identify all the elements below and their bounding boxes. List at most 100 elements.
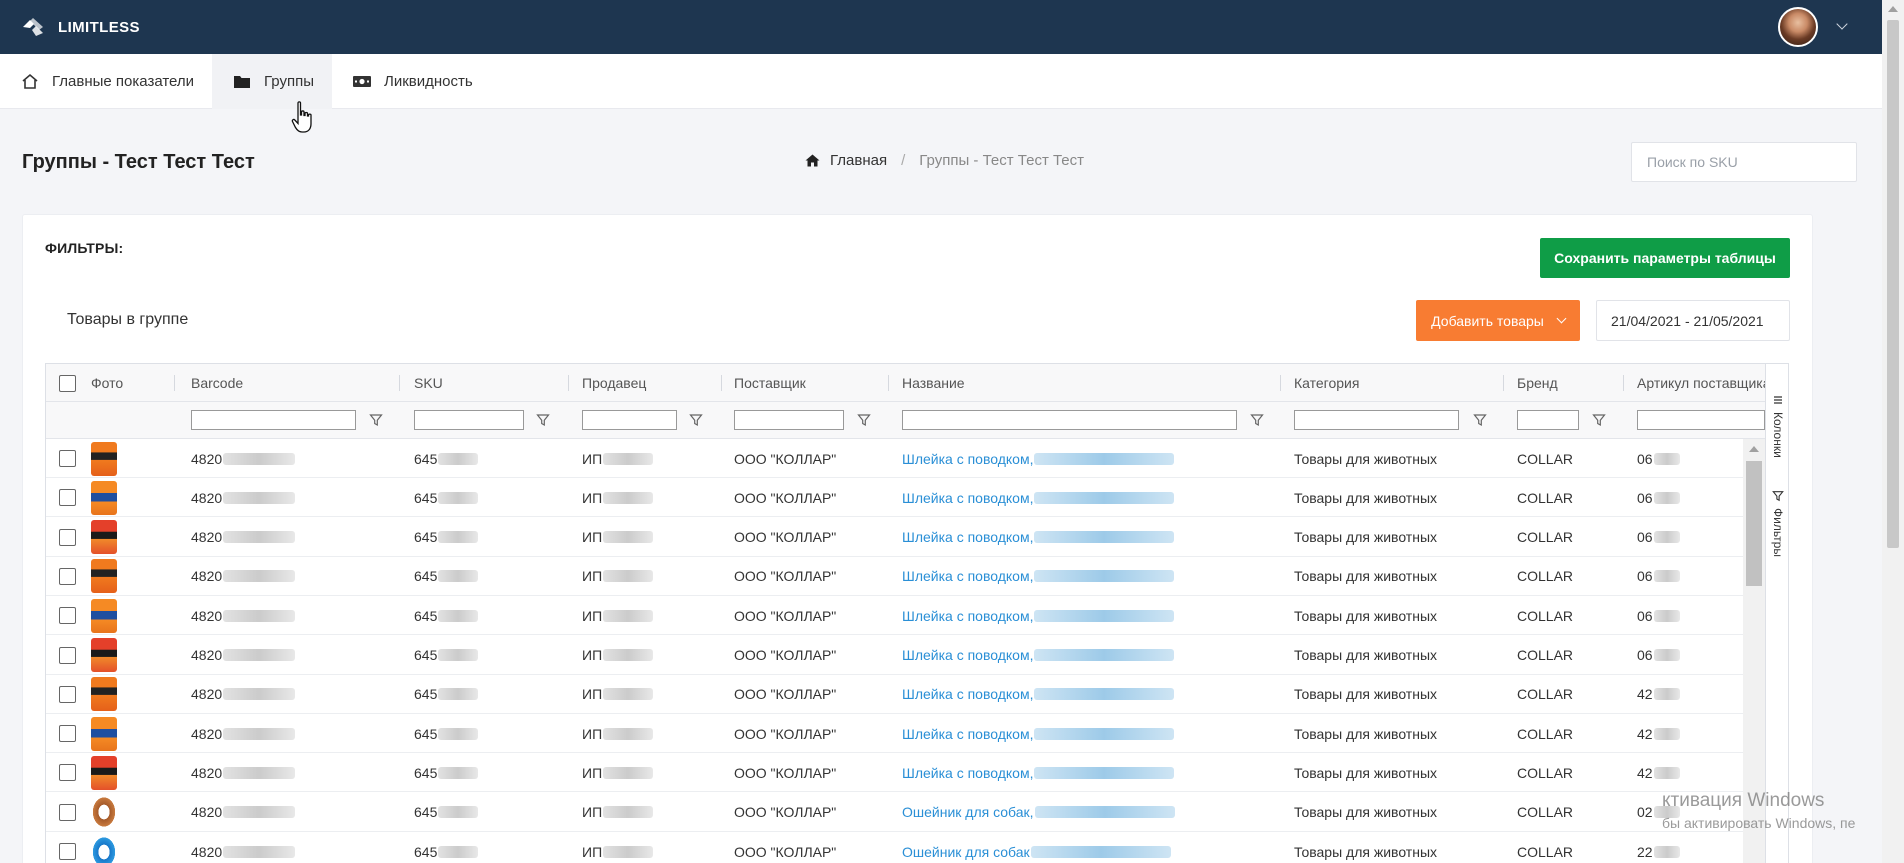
product-name-link[interactable]: Шлейка с поводком,	[902, 686, 1033, 702]
scroll-up-icon[interactable]	[1749, 446, 1759, 452]
table-row[interactable]: 4820 645 ИП ООО "КОЛЛАР" Шлейка с поводком, Т…	[46, 635, 1765, 675]
column-separator[interactable]	[399, 375, 400, 391]
name-cell[interactable]: Шлейка с поводком,	[902, 675, 1175, 714]
select-all-checkbox[interactable]	[59, 374, 76, 392]
name-cell[interactable]: Шлейка с поводком,	[902, 753, 1175, 792]
row-select-cell[interactable]	[59, 832, 76, 863]
product-thumbnail[interactable]	[91, 559, 117, 594]
date-range-input[interactable]	[1596, 300, 1790, 341]
name-cell[interactable]: Шлейка с поводком,	[902, 518, 1175, 557]
product-thumbnail[interactable]	[91, 480, 117, 515]
row-select-cell[interactable]	[59, 439, 76, 478]
sku-filter-input[interactable]	[414, 410, 524, 430]
table-row[interactable]: 4820 645 ИП ООО "КОЛЛАР" Шлейка с поводком, Т…	[46, 714, 1765, 754]
table-row[interactable]: 4820 645 ИП ООО "КОЛЛАР" Шлейка с поводком, Т…	[46, 517, 1765, 557]
filter-icon[interactable]	[536, 413, 550, 427]
supplier-filter-input[interactable]	[734, 410, 844, 430]
name-cell[interactable]: Шлейка с поводком,	[902, 596, 1175, 635]
sku-search-input[interactable]	[1631, 142, 1857, 182]
row-checkbox[interactable]	[59, 725, 76, 743]
product-name-link[interactable]: Шлейка с поводком,	[902, 726, 1033, 742]
product-thumbnail[interactable]	[91, 755, 117, 790]
logo[interactable]: LIMITLESS	[20, 16, 140, 38]
column-header-seller[interactable]: Продавец	[582, 364, 646, 402]
product-name-link[interactable]: Шлейка с поводком,	[902, 529, 1033, 545]
product-thumbnail[interactable]	[91, 638, 117, 672]
breadcrumb-home-link[interactable]: Главная	[830, 152, 887, 169]
row-checkbox[interactable]	[59, 489, 76, 507]
nav-item-liquidity[interactable]: Ликвидность	[332, 54, 491, 109]
row-checkbox[interactable]	[59, 646, 76, 664]
filter-icon[interactable]	[857, 413, 871, 427]
name-cell[interactable]: Шлейка с поводком,	[902, 714, 1175, 753]
product-name-link[interactable]: Ошейник для собак	[902, 844, 1030, 860]
product-name-link[interactable]: Шлейка с поводком,	[902, 765, 1033, 781]
name-cell[interactable]: Шлейка с поводком,	[902, 439, 1175, 478]
row-checkbox[interactable]	[59, 764, 76, 782]
row-select-cell[interactable]	[59, 478, 76, 517]
row-select-cell[interactable]	[59, 518, 76, 557]
name-filter-input[interactable]	[902, 410, 1237, 430]
table-row[interactable]: 4820 645 ИП ООО "КОЛЛАР" Шлейка с поводком, Т…	[46, 674, 1765, 714]
product-name-link[interactable]: Шлейка с поводком,	[902, 490, 1033, 506]
scrollbar-thumb[interactable]	[1887, 20, 1899, 548]
avatar[interactable]	[1778, 7, 1818, 47]
filter-icon[interactable]	[689, 413, 703, 427]
product-name-link[interactable]: Шлейка с поводком,	[902, 647, 1033, 663]
product-thumbnail[interactable]	[91, 520, 117, 555]
product-name-link[interactable]: Шлейка с поводком,	[902, 451, 1033, 467]
table-row[interactable]: 4820 645 ИП ООО "КОЛЛАР" Ошейник для собак, Т…	[46, 792, 1765, 832]
column-separator[interactable]	[568, 375, 569, 391]
column-header-article[interactable]: Артикул поставщика	[1637, 364, 1765, 402]
column-header-brand[interactable]: Бренд	[1517, 364, 1558, 402]
row-select-cell[interactable]	[59, 675, 76, 714]
product-thumbnail[interactable]	[91, 677, 117, 712]
product-thumbnail[interactable]	[91, 716, 117, 751]
column-separator[interactable]	[721, 375, 722, 391]
user-menu[interactable]	[1778, 7, 1848, 47]
scrollbar-thumb[interactable]	[1746, 461, 1762, 586]
table-row[interactable]: 4820 645 ИП ООО "КОЛЛАР" Ошейник для собак То…	[46, 832, 1765, 863]
column-header-name[interactable]: Название	[902, 364, 965, 402]
row-select-cell[interactable]	[59, 753, 76, 792]
filter-icon[interactable]	[1473, 413, 1487, 427]
filter-icon[interactable]	[1250, 413, 1264, 427]
name-cell[interactable]: Шлейка с поводком,	[902, 478, 1175, 517]
add-products-button[interactable]: Добавить товары	[1416, 300, 1580, 341]
seller-filter-input[interactable]	[582, 410, 677, 430]
row-select-cell[interactable]	[59, 557, 76, 596]
row-checkbox[interactable]	[59, 450, 76, 467]
table-row[interactable]: 4820 645 ИП ООО "КОЛЛАР" Шлейка с поводком, Т…	[46, 753, 1765, 793]
name-cell[interactable]: Ошейник для собак,	[902, 793, 1175, 832]
product-name-link[interactable]: Шлейка с поводком,	[902, 608, 1033, 624]
window-vertical-scrollbar[interactable]	[1882, 0, 1904, 863]
product-thumbnail[interactable]	[91, 834, 117, 863]
article-filter-input[interactable]	[1637, 410, 1765, 430]
column-header-supplier[interactable]: Поставщик	[734, 364, 806, 402]
select-all-cell[interactable]	[59, 364, 76, 402]
row-checkbox[interactable]	[59, 528, 76, 546]
column-separator[interactable]	[1280, 375, 1281, 391]
column-separator[interactable]	[1503, 375, 1504, 391]
row-checkbox[interactable]	[59, 567, 76, 585]
row-checkbox[interactable]	[59, 843, 76, 860]
nav-item-dashboard[interactable]: Главные показатели	[0, 54, 212, 109]
brand-filter-input[interactable]	[1517, 410, 1579, 430]
filter-icon[interactable]	[1592, 413, 1606, 427]
column-header-barcode[interactable]: Barcode	[191, 364, 243, 402]
chevron-down-icon[interactable]	[1836, 18, 1848, 30]
row-select-cell[interactable]	[59, 636, 76, 675]
row-select-cell[interactable]	[59, 793, 76, 832]
column-separator[interactable]	[888, 375, 889, 391]
product-name-link[interactable]: Ошейник для собак,	[902, 804, 1034, 820]
product-thumbnail[interactable]	[91, 795, 117, 830]
name-cell[interactable]: Шлейка с поводком,	[902, 557, 1175, 596]
product-thumbnail[interactable]	[91, 598, 117, 633]
row-checkbox[interactable]	[59, 803, 76, 821]
row-checkbox[interactable]	[59, 685, 76, 703]
product-name-link[interactable]: Шлейка с поводком,	[902, 568, 1033, 584]
columns-panel-tab[interactable]: Колонки	[1766, 394, 1788, 458]
table-row[interactable]: 4820 645 ИП ООО "КОЛЛАР" Шлейка с поводком, Т…	[46, 439, 1765, 478]
table-row[interactable]: 4820 645 ИП ООО "КОЛЛАР" Шлейка с поводком, Т…	[46, 556, 1765, 596]
column-separator[interactable]	[1623, 375, 1624, 391]
